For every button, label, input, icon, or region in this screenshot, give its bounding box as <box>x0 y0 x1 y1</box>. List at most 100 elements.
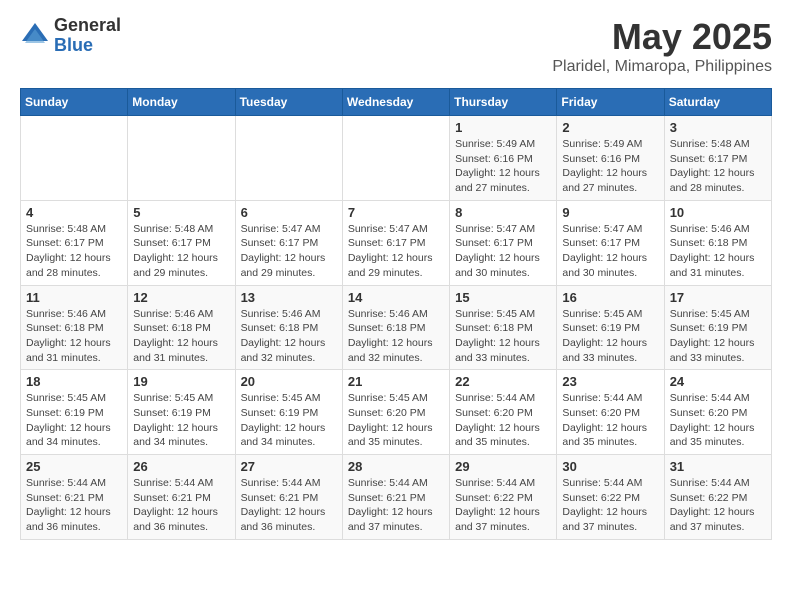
day-number: 25 <box>26 459 122 474</box>
calendar-cell: 21 Sunrise: 5:45 AM Sunset: 6:20 PM Dayli… <box>342 370 449 455</box>
day-info: Sunrise: 5:45 AM Sunset: 6:19 PM Dayligh… <box>562 307 658 366</box>
calendar-cell: 7 Sunrise: 5:47 AM Sunset: 6:17 PM Daylig… <box>342 200 449 285</box>
day-number: 18 <box>26 374 122 389</box>
calendar-cell: 19 Sunrise: 5:45 AM Sunset: 6:19 PM Dayli… <box>128 370 235 455</box>
calendar-cell: 30Sunrise: 5:44 AM Sunset: 6:22 PM Dayli… <box>557 455 664 540</box>
calendar-cell <box>128 116 235 201</box>
calendar-cell: 6 Sunrise: 5:47 AM Sunset: 6:17 PM Daylig… <box>235 200 342 285</box>
calendar-cell: 26 Sunrise: 5:44 AM Sunset: 6:21 PM Dayli… <box>128 455 235 540</box>
logo-text: General Blue <box>54 16 121 56</box>
calendar-cell: 29 Sunrise: 5:44 AM Sunset: 6:22 PM Dayli… <box>450 455 557 540</box>
day-number: 21 <box>348 374 444 389</box>
day-number: 9 <box>562 205 658 220</box>
calendar-cell: 22 Sunrise: 5:44 AM Sunset: 6:20 PM Dayli… <box>450 370 557 455</box>
day-info: Sunrise: 5:44 AM Sunset: 6:22 PM Dayligh… <box>670 476 766 535</box>
logo-blue-text: Blue <box>54 36 121 56</box>
calendar-cell: 2 Sunrise: 5:49 AM Sunset: 6:16 PM Daylig… <box>557 116 664 201</box>
weekday-header-thursday: Thursday <box>450 89 557 116</box>
day-number: 12 <box>133 290 229 305</box>
calendar-cell: 9 Sunrise: 5:47 AM Sunset: 6:17 PM Daylig… <box>557 200 664 285</box>
subtitle: Plaridel, Mimaropa, Philippines <box>552 58 772 76</box>
day-info: Sunrise: 5:44 AM Sunset: 6:21 PM Dayligh… <box>26 476 122 535</box>
day-info: Sunrise: 5:47 AM Sunset: 6:17 PM Dayligh… <box>348 222 444 281</box>
day-info: Sunrise: 5:47 AM Sunset: 6:17 PM Dayligh… <box>455 222 551 281</box>
header: General Blue May 2025 Plaridel, Mimaropa… <box>20 16 772 76</box>
day-number: 30 <box>562 459 658 474</box>
calendar-cell: 20 Sunrise: 5:45 AM Sunset: 6:19 PM Dayli… <box>235 370 342 455</box>
day-info: Sunrise: 5:47 AM Sunset: 6:17 PM Dayligh… <box>562 222 658 281</box>
day-info: Sunrise: 5:45 AM Sunset: 6:19 PM Dayligh… <box>133 391 229 450</box>
calendar-cell: 3Sunrise: 5:48 AM Sunset: 6:17 PM Daylig… <box>664 116 771 201</box>
main-title: May 2025 <box>552 16 772 58</box>
day-number: 4 <box>26 205 122 220</box>
calendar-cell: 28Sunrise: 5:44 AM Sunset: 6:21 PM Dayli… <box>342 455 449 540</box>
day-info: Sunrise: 5:44 AM Sunset: 6:20 PM Dayligh… <box>455 391 551 450</box>
day-number: 17 <box>670 290 766 305</box>
calendar-cell <box>235 116 342 201</box>
calendar-table: SundayMondayTuesdayWednesdayThursdayFrid… <box>20 88 772 540</box>
day-info: Sunrise: 5:46 AM Sunset: 6:18 PM Dayligh… <box>670 222 766 281</box>
day-info: Sunrise: 5:46 AM Sunset: 6:18 PM Dayligh… <box>348 307 444 366</box>
day-info: Sunrise: 5:45 AM Sunset: 6:19 PM Dayligh… <box>26 391 122 450</box>
day-number: 22 <box>455 374 551 389</box>
calendar-cell: 5 Sunrise: 5:48 AM Sunset: 6:17 PM Daylig… <box>128 200 235 285</box>
day-number: 23 <box>562 374 658 389</box>
calendar-cell: 27 Sunrise: 5:44 AM Sunset: 6:21 PM Dayli… <box>235 455 342 540</box>
day-number: 24 <box>670 374 766 389</box>
calendar-cell <box>342 116 449 201</box>
day-number: 20 <box>241 374 337 389</box>
day-number: 16 <box>562 290 658 305</box>
weekday-header-sunday: Sunday <box>21 89 128 116</box>
day-number: 15 <box>455 290 551 305</box>
day-info: Sunrise: 5:44 AM Sunset: 6:22 PM Dayligh… <box>455 476 551 535</box>
day-number: 7 <box>348 205 444 220</box>
day-number: 27 <box>241 459 337 474</box>
day-info: Sunrise: 5:44 AM Sunset: 6:21 PM Dayligh… <box>348 476 444 535</box>
day-number: 6 <box>241 205 337 220</box>
day-info: Sunrise: 5:46 AM Sunset: 6:18 PM Dayligh… <box>241 307 337 366</box>
day-info: Sunrise: 5:44 AM Sunset: 6:20 PM Dayligh… <box>562 391 658 450</box>
calendar-cell: 16 Sunrise: 5:45 AM Sunset: 6:19 PM Dayli… <box>557 285 664 370</box>
calendar-header: SundayMondayTuesdayWednesdayThursdayFrid… <box>21 89 772 116</box>
day-number: 13 <box>241 290 337 305</box>
day-number: 26 <box>133 459 229 474</box>
day-info: Sunrise: 5:44 AM Sunset: 6:21 PM Dayligh… <box>241 476 337 535</box>
calendar-cell: 31 Sunrise: 5:44 AM Sunset: 6:22 PM Dayli… <box>664 455 771 540</box>
day-number: 1 <box>455 120 551 135</box>
weekday-header-monday: Monday <box>128 89 235 116</box>
calendar-cell: 17 Sunrise: 5:45 AM Sunset: 6:19 PM Dayli… <box>664 285 771 370</box>
day-number: 19 <box>133 374 229 389</box>
calendar-cell: 13 Sunrise: 5:46 AM Sunset: 6:18 PM Dayli… <box>235 285 342 370</box>
day-info: Sunrise: 5:45 AM Sunset: 6:18 PM Dayligh… <box>455 307 551 366</box>
day-number: 8 <box>455 205 551 220</box>
weekday-header-wednesday: Wednesday <box>342 89 449 116</box>
logo-general-text: General <box>54 16 121 36</box>
weekday-header-tuesday: Tuesday <box>235 89 342 116</box>
calendar-week-3: 18 Sunrise: 5:45 AM Sunset: 6:19 PM Dayli… <box>21 370 772 455</box>
calendar-week-1: 4 Sunrise: 5:48 AM Sunset: 6:17 PM Daylig… <box>21 200 772 285</box>
weekday-row: SundayMondayTuesdayWednesdayThursdayFrid… <box>21 89 772 116</box>
day-info: Sunrise: 5:44 AM Sunset: 6:21 PM Dayligh… <box>133 476 229 535</box>
calendar-cell: 15 Sunrise: 5:45 AM Sunset: 6:18 PM Dayli… <box>450 285 557 370</box>
calendar-cell: 8 Sunrise: 5:47 AM Sunset: 6:17 PM Daylig… <box>450 200 557 285</box>
calendar-week-4: 25 Sunrise: 5:44 AM Sunset: 6:21 PM Dayli… <box>21 455 772 540</box>
day-info: Sunrise: 5:49 AM Sunset: 6:16 PM Dayligh… <box>562 137 658 196</box>
day-info: Sunrise: 5:47 AM Sunset: 6:17 PM Dayligh… <box>241 222 337 281</box>
day-info: Sunrise: 5:48 AM Sunset: 6:17 PM Dayligh… <box>133 222 229 281</box>
day-info: Sunrise: 5:45 AM Sunset: 6:20 PM Dayligh… <box>348 391 444 450</box>
day-number: 10 <box>670 205 766 220</box>
calendar-cell: 10 Sunrise: 5:46 AM Sunset: 6:18 PM Dayli… <box>664 200 771 285</box>
calendar-cell: 14Sunrise: 5:46 AM Sunset: 6:18 PM Dayli… <box>342 285 449 370</box>
day-number: 2 <box>562 120 658 135</box>
day-info: Sunrise: 5:45 AM Sunset: 6:19 PM Dayligh… <box>670 307 766 366</box>
day-number: 31 <box>670 459 766 474</box>
calendar-cell: 23 Sunrise: 5:44 AM Sunset: 6:20 PM Dayli… <box>557 370 664 455</box>
day-number: 29 <box>455 459 551 474</box>
day-info: Sunrise: 5:44 AM Sunset: 6:20 PM Dayligh… <box>670 391 766 450</box>
day-number: 5 <box>133 205 229 220</box>
day-info: Sunrise: 5:45 AM Sunset: 6:19 PM Dayligh… <box>241 391 337 450</box>
calendar-cell: 18 Sunrise: 5:45 AM Sunset: 6:19 PM Dayli… <box>21 370 128 455</box>
calendar-cell: 11Sunrise: 5:46 AM Sunset: 6:18 PM Dayli… <box>21 285 128 370</box>
day-info: Sunrise: 5:48 AM Sunset: 6:17 PM Dayligh… <box>26 222 122 281</box>
weekday-header-friday: Friday <box>557 89 664 116</box>
